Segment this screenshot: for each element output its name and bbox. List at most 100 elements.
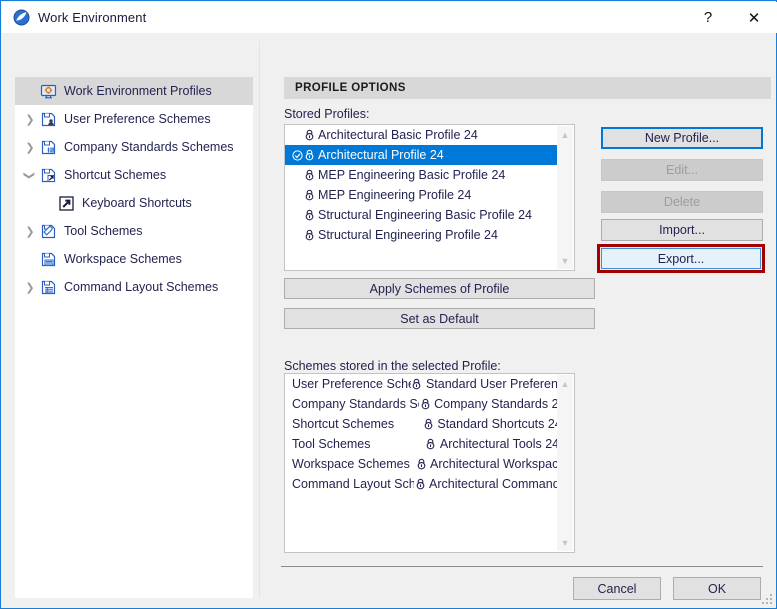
new-profile-button[interactable]: New Profile...	[601, 127, 763, 149]
sidebar-item-user-preference-schemes[interactable]: ❯ User Preference Schemes	[15, 105, 253, 133]
scheme-value-cell: Architectural Tools 24	[425, 437, 557, 452]
profile-list-item[interactable]: Structural Engineering Basic Profile 24	[285, 205, 557, 225]
tool-scheme-icon	[39, 222, 58, 241]
scheme-row[interactable]: Command Layout Sche…Architectural Comman…	[285, 474, 557, 494]
tree-spacer	[21, 77, 39, 105]
lock-icon	[414, 477, 426, 492]
scheme-value-cell: Architectural Workspac…	[415, 457, 557, 472]
profile-name: Architectural Basic Profile 24	[318, 128, 478, 142]
scheme-value: Architectural Command…	[429, 477, 557, 491]
stored-profiles-list[interactable]: Architectural Basic Profile 24 Architectu…	[284, 124, 575, 271]
scheme-row[interactable]: User Preference Schemes Standard User Pre…	[285, 374, 557, 394]
sidebar-item-label: Keyboard Shortcuts	[82, 196, 192, 210]
schemes-list-scrollbar[interactable]: ▲ ▼	[557, 375, 573, 551]
profile-list-item[interactable]: Structural Engineering Profile 24	[285, 225, 557, 245]
scheme-tree[interactable]: Work Environment Profiles ❯ User Preferenc…	[15, 77, 253, 598]
stored-profiles-label: Stored Profiles:	[284, 107, 369, 121]
profile-list-item[interactable]: MEP Engineering Profile 24	[285, 185, 557, 205]
active-check-icon	[292, 148, 303, 163]
cancel-button[interactable]: Cancel	[573, 577, 661, 600]
close-button[interactable]: ✕	[731, 2, 777, 33]
delete-profile-button: Delete	[601, 191, 763, 213]
scheme-value: Company Standards 24	[434, 397, 557, 411]
title-bar: Work Environment ? ✕	[2, 2, 777, 33]
help-button[interactable]: ?	[685, 2, 731, 33]
scheme-row[interactable]: Shortcut Schemes Standard Shortcuts 24	[285, 414, 557, 434]
scroll-down-icon[interactable]: ▼	[557, 534, 573, 551]
sidebar-item-label: Tool Schemes	[64, 224, 143, 238]
scheme-value-cell: Architectural Command…	[414, 477, 557, 492]
chevron-right-icon[interactable]: ❯	[21, 273, 39, 301]
keyboard-arrow-icon	[57, 194, 76, 213]
lock-icon	[303, 208, 315, 223]
profile-options-title: PROFILE OPTIONS	[295, 82, 406, 94]
schemes-in-profile-label: Schemes stored in the selected Profile:	[284, 359, 501, 373]
profile-list-item[interactable]: Architectural Profile 24	[285, 145, 557, 165]
window-title: Work Environment	[38, 10, 146, 25]
sidebar-item-work-environment-profiles[interactable]: Work Environment Profiles	[15, 77, 253, 105]
monitor-settings-icon	[39, 82, 58, 101]
set-as-default-button[interactable]: Set as Default	[284, 308, 595, 329]
resize-grip[interactable]	[762, 594, 772, 604]
sidebar-item-label: Workspace Schemes	[64, 252, 182, 266]
sidebar-item-tool-schemes[interactable]: ❯ Tool Schemes	[15, 217, 253, 245]
scheme-value: Standard Shortcuts 24	[437, 417, 557, 431]
sidebar-item-label: Company Standards Schemes	[64, 140, 234, 154]
ok-button[interactable]: OK	[673, 577, 761, 600]
sidebar-item-keyboard-shortcuts[interactable]: Keyboard Shortcuts	[15, 189, 253, 217]
scheme-value-cell: Standard User Preferenc…	[411, 377, 557, 392]
profile-name: Structural Engineering Basic Profile 24	[318, 208, 532, 222]
profile-name: Architectural Profile 24	[318, 148, 444, 162]
lock-icon	[303, 188, 315, 203]
sidebar-item-label: User Preference Schemes	[64, 112, 211, 126]
scheme-row[interactable]: Tool SchemesArchitectural Tools 24	[285, 434, 557, 454]
profile-list-item[interactable]: MEP Engineering Basic Profile 24	[285, 165, 557, 185]
profile-name: MEP Engineering Profile 24	[318, 188, 471, 202]
scheme-value: Architectural Tools 24	[440, 437, 557, 451]
sidebar-item-workspace-schemes[interactable]: Workspace Schemes	[15, 245, 253, 273]
scroll-up-icon[interactable]: ▲	[557, 126, 573, 143]
sidebar-item-company-standards-schemes[interactable]: ❯ Company Standards Schemes	[15, 133, 253, 161]
sidebar-item-shortcut-schemes[interactable]: ❯ Shortcut Schemes	[15, 161, 253, 189]
user-scheme-icon	[39, 110, 58, 129]
scheme-value-cell: Standard Shortcuts 24	[422, 417, 557, 432]
sidebar-divider	[259, 41, 260, 598]
scheme-value: Standard User Preferenc…	[426, 377, 557, 391]
footer-separator	[281, 566, 763, 567]
lock-icon	[303, 128, 315, 143]
lock-icon	[303, 168, 315, 183]
chevron-right-icon[interactable]: ❯	[21, 217, 39, 245]
scheme-row[interactable]: Company Standards Sc…Company Standards 2…	[285, 394, 557, 414]
window-controls: ? ✕	[685, 2, 777, 33]
edit-profile-button: Edit...	[601, 159, 763, 181]
lock-icon	[415, 457, 427, 472]
profile-name: MEP Engineering Basic Profile 24	[318, 168, 505, 182]
import-profile-button[interactable]: Import...	[601, 219, 763, 241]
scheme-value-cell: Company Standards 24	[419, 397, 557, 412]
sidebar-item-label: Work Environment Profiles	[64, 84, 212, 98]
chevron-right-icon[interactable]: ❯	[21, 133, 39, 161]
command-layout-icon	[39, 278, 58, 297]
chevron-down-icon[interactable]: ❯	[21, 161, 39, 189]
lock-icon	[425, 437, 437, 452]
profile-schemes-list[interactable]: User Preference Schemes Standard User Pre…	[284, 373, 575, 553]
profile-list-item[interactable]: Architectural Basic Profile 24	[285, 125, 557, 145]
scroll-up-icon[interactable]: ▲	[557, 375, 573, 392]
scheme-row[interactable]: Workspace SchemesArchitectural Workspac…	[285, 454, 557, 474]
sidebar-item-label: Command Layout Schemes	[64, 280, 218, 294]
work-environment-dialog: Work Environment ? ✕ Work Environment Pr…	[0, 0, 777, 609]
scheme-type: Shortcut Schemes	[285, 417, 422, 431]
export-highlight-annotation	[597, 244, 765, 273]
stored-list-scrollbar[interactable]: ▲ ▼	[557, 126, 573, 269]
scheme-value: Architectural Workspac…	[430, 457, 557, 471]
standards-scheme-icon	[39, 138, 58, 157]
apply-schemes-button[interactable]: Apply Schemes of Profile	[284, 278, 595, 299]
scheme-type: User Preference Schemes	[285, 377, 411, 391]
sidebar-item-label: Shortcut Schemes	[64, 168, 166, 182]
lock-icon	[419, 397, 431, 412]
chevron-right-icon[interactable]: ❯	[21, 105, 39, 133]
sidebar-item-command-layout-schemes[interactable]: ❯ Command Layout Schemes	[15, 273, 253, 301]
workspace-scheme-icon	[39, 250, 58, 269]
archicad-globe-icon	[13, 9, 30, 26]
scroll-down-icon[interactable]: ▼	[557, 252, 573, 269]
